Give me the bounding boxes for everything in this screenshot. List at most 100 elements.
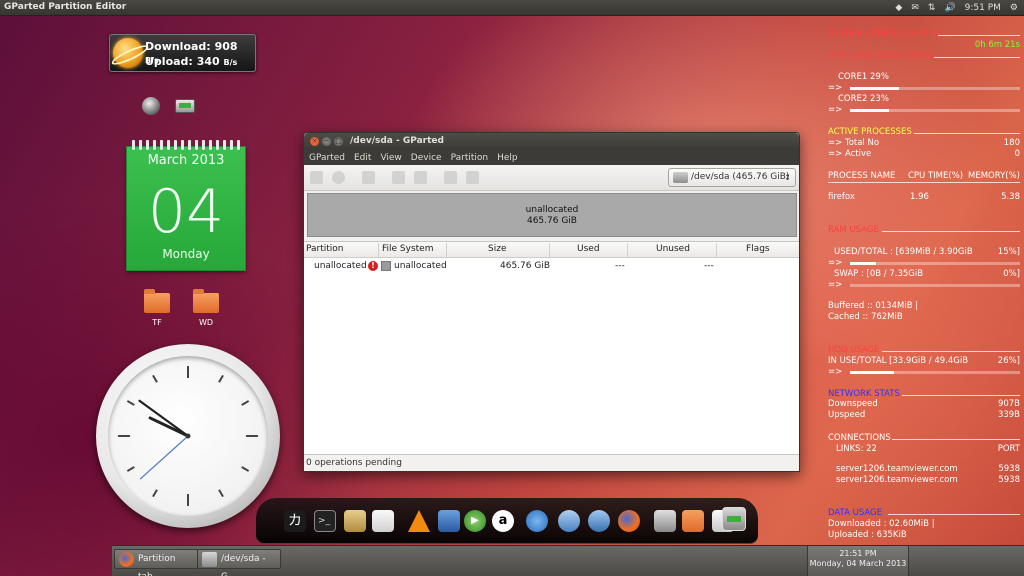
uptime-value: 0h 6m 21s	[974, 40, 1020, 50]
process-name-heading: PROCESS NAME	[828, 171, 896, 181]
swap-line: SWAP : [0B / 7.35GiB 0%]	[834, 269, 1020, 280]
disk-graphic[interactable]: unallocated 465.76 GiB	[307, 193, 797, 237]
dock-screenshot-icon[interactable]	[654, 510, 676, 532]
downspeed-line: Downspeed 907B	[828, 399, 1020, 410]
total-label: => Total No	[828, 138, 880, 148]
dock-chromium-icon[interactable]	[526, 510, 548, 532]
column-used[interactable]: Used	[577, 242, 600, 256]
volume-icon[interactable]: 🔊	[944, 3, 955, 13]
column-filesystem[interactable]: File System	[382, 242, 433, 256]
menu-gparted[interactable]: GParted	[309, 153, 345, 163]
core2-label: CORE2	[838, 94, 868, 104]
cached-line: Cached :: 762MiB	[828, 312, 903, 322]
minimize-window-button[interactable]: −	[322, 137, 331, 146]
calendar-rings	[132, 140, 240, 150]
hard-disk-icon	[673, 172, 688, 183]
dock-terminal-icon[interactable]: >_	[314, 510, 336, 532]
taskbar-clock-date: Monday, 04 March 2013	[809, 559, 907, 568]
core1-bar	[850, 87, 1020, 90]
dock-media-icon[interactable]	[438, 510, 460, 532]
active-value: 0	[1014, 149, 1020, 159]
new-partition-icon[interactable]	[310, 171, 323, 184]
teamviewer-icon[interactable]: ◆	[895, 3, 902, 13]
network-icon[interactable]: ⇅	[928, 3, 936, 13]
filesystem-color-icon	[381, 261, 391, 271]
clock-tick	[241, 466, 250, 472]
upspeed-line: Upspeed 339B	[828, 410, 1020, 421]
folder-tf[interactable]: TF	[141, 289, 173, 327]
menu-partition[interactable]: Partition	[451, 153, 489, 163]
core1-bar-fill	[850, 87, 900, 90]
paste-icon[interactable]	[414, 171, 427, 184]
device-select[interactable]: /dev/sda (465.76 GiB) ↕	[668, 168, 796, 187]
folder-icon	[193, 289, 219, 313]
task-firefox[interactable]: Partition tab...	[114, 549, 198, 576]
uploaded-line: Uploaded : 635KiB	[828, 530, 907, 540]
menu-help[interactable]: Help	[497, 153, 518, 163]
calendar-weekday: Monday	[162, 247, 210, 261]
power-gear-icon[interactable]: ⚙	[1010, 3, 1018, 13]
top-panel: GParted Partition Editor ◆ ✉ ⇅ 🔊 9:51 PM…	[0, 0, 1024, 16]
clock-tick	[126, 466, 135, 472]
clock-center	[185, 433, 191, 439]
dock-archive-icon[interactable]	[344, 510, 366, 532]
connection-host: server1206.teamviewer.com	[836, 475, 958, 485]
taskbar-clock[interactable]: 21:51 PM Monday, 04 March 2013	[807, 546, 909, 576]
clock-face	[108, 356, 268, 516]
gparted-icon	[202, 552, 217, 567]
clock-minute-hand	[138, 399, 190, 438]
folder-wd[interactable]: WD	[190, 289, 222, 327]
maximize-window-button[interactable]: □	[334, 137, 343, 146]
task-label: Partition tab...	[138, 554, 176, 576]
dock-mail-bird-icon[interactable]	[588, 510, 610, 532]
copy-icon[interactable]	[392, 171, 405, 184]
analog-clock-widget	[96, 344, 280, 528]
gparted-window[interactable]: × − □ /dev/sda - GParted GParted Edit Vi…	[303, 132, 800, 472]
dock-play-icon[interactable]: ▶	[464, 510, 486, 532]
downspeed-label: Downspeed	[828, 399, 878, 409]
menu-view[interactable]: View	[380, 153, 401, 163]
resize-move-icon[interactable]	[362, 171, 375, 184]
drive-icon[interactable]	[175, 99, 195, 113]
chevron-updown-icon: ↕	[784, 173, 791, 182]
undo-icon[interactable]	[444, 171, 457, 184]
task-gparted[interactable]: /dev/sda - G...	[197, 549, 281, 576]
mail-icon[interactable]: ✉	[911, 3, 919, 13]
column-unused[interactable]: Unused	[656, 242, 690, 256]
dock-vlc-icon[interactable]	[408, 510, 430, 532]
column-flags[interactable]: Flags	[746, 242, 770, 256]
apply-icon[interactable]	[466, 171, 479, 184]
folder-label: TF	[152, 318, 162, 327]
active-processes: => Active 0	[828, 149, 1020, 160]
panel-clock[interactable]: 9:51 PM	[965, 3, 1001, 13]
menu-edit[interactable]: Edit	[354, 153, 371, 163]
cell-unused: ---	[704, 261, 714, 271]
dock-bird-icon[interactable]	[558, 510, 580, 532]
column-partition[interactable]: Partition	[306, 242, 344, 256]
close-window-button[interactable]: ×	[310, 137, 319, 146]
dock-katakana-app-icon[interactable]: カ	[284, 510, 306, 532]
total-value: 180	[1003, 138, 1020, 148]
clock-tick	[241, 400, 250, 406]
dock-gparted-icon[interactable]	[722, 507, 746, 531]
network-orb-icon	[113, 38, 143, 68]
delete-partition-icon[interactable]	[332, 171, 345, 184]
dock-a-app-icon[interactable]: a	[492, 510, 514, 532]
dock-home-folder-icon[interactable]	[682, 510, 704, 532]
clock-tick	[152, 489, 158, 498]
process-mem: 5.38	[1001, 192, 1020, 202]
menu-device[interactable]: Device	[411, 153, 442, 163]
buffered-line: Buffered :: 0134MiB |	[828, 301, 919, 311]
column-size[interactable]: Size	[488, 242, 506, 256]
cell-used: ---	[615, 261, 625, 271]
window-titlebar[interactable]: × − □ /dev/sda - GParted	[304, 133, 799, 150]
taskbar: Partition tab... /dev/sda - G... 21:51 P…	[112, 545, 1024, 576]
system-gear-icon[interactable]	[142, 97, 160, 115]
dock-text-editor-icon[interactable]	[372, 510, 394, 532]
core1-value: 29%	[870, 72, 889, 82]
download-label: Download:	[145, 40, 211, 53]
table-row[interactable]: unallocated ! unallocated 465.76 GiB ---…	[304, 259, 799, 273]
ram-used-line: USED/TOTAL : [639MiB / 3.90GiB 15%]	[834, 247, 1020, 258]
task-label: /dev/sda - G...	[221, 554, 266, 576]
dock-firefox-icon[interactable]	[618, 510, 640, 532]
